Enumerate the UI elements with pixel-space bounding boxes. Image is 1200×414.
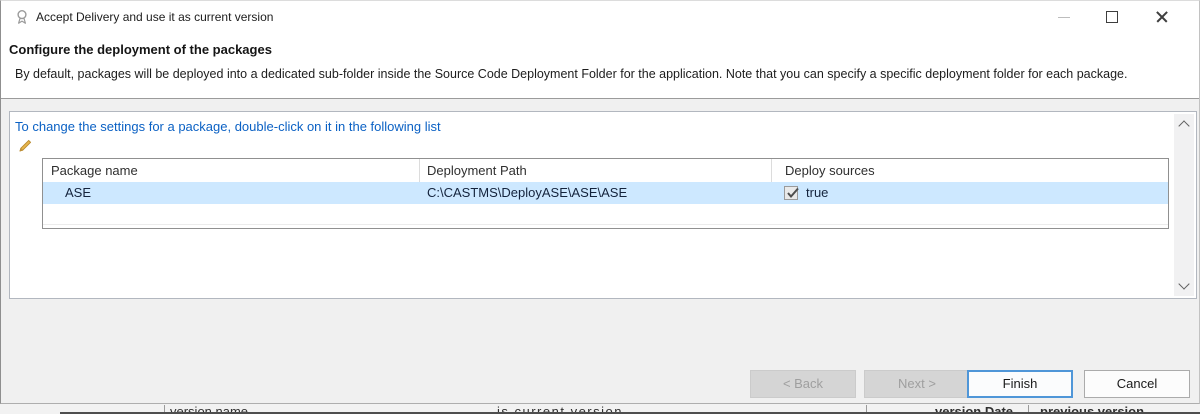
titlebar[interactable]: Accept Delivery and use it as current ve… [1, 1, 1199, 33]
vertical-scrollbar[interactable] [1174, 114, 1194, 296]
deployment-path-cell: C:\CASTMS\DeployASE\ASE\ASE [427, 185, 627, 200]
table-row-empty[interactable] [43, 204, 1168, 225]
column-header-package-name[interactable]: Package name [51, 163, 138, 178]
maximize-button[interactable] [1089, 1, 1135, 32]
cancel-button[interactable]: Cancel [1084, 370, 1190, 398]
finish-button[interactable]: Finish [967, 370, 1073, 398]
accept-delivery-dialog: Accept Delivery and use it as current ve… [0, 0, 1200, 404]
close-icon [1155, 16, 1169, 18]
maximize-icon [1106, 11, 1118, 23]
package-name-cell: ASE [65, 185, 91, 200]
wizard-page-description: By default, packages will be deployed in… [15, 67, 1127, 81]
checkmark-icon [785, 185, 801, 201]
scroll-up-icon[interactable] [1178, 120, 1189, 131]
packages-table[interactable]: Package name Deployment Path Deploy sour… [42, 158, 1169, 229]
double-click-hint: To change the settings for a package, do… [15, 119, 441, 134]
dialog-header-area: Accept Delivery and use it as current ve… [1, 1, 1199, 99]
column-header-deployment-path[interactable]: Deployment Path [427, 163, 527, 178]
deployment-settings-panel: To change the settings for a package, do… [9, 111, 1197, 299]
table-header-row: Package name Deployment Path Deploy sour… [43, 159, 1168, 182]
minimize-button[interactable] [1041, 1, 1087, 32]
next-button[interactable]: Next > [864, 370, 970, 398]
deploy-sources-checkbox[interactable] [784, 186, 798, 200]
table-row-ase-selected[interactable]: ASE C:\CASTMS\DeployASE\ASE\ASE true [43, 182, 1168, 204]
back-button[interactable]: < Back [750, 370, 856, 398]
table-row-empty [43, 225, 1168, 229]
scroll-down-icon[interactable] [1178, 278, 1189, 289]
wizard-page-title: Configure the deployment of the packages [9, 42, 272, 57]
background-window-strip: version name is current version version … [0, 404, 1200, 414]
deploy-sources-value: true [806, 185, 828, 200]
pencil-icon [17, 137, 34, 154]
screen: version name is current version version … [0, 0, 1200, 414]
column-header-deploy-sources[interactable]: Deploy sources [785, 163, 875, 178]
minimize-icon [1058, 17, 1070, 18]
window-title: Accept Delivery and use it as current ve… [36, 10, 273, 24]
ribbon-award-icon [14, 9, 30, 25]
close-button[interactable] [1139, 1, 1185, 32]
